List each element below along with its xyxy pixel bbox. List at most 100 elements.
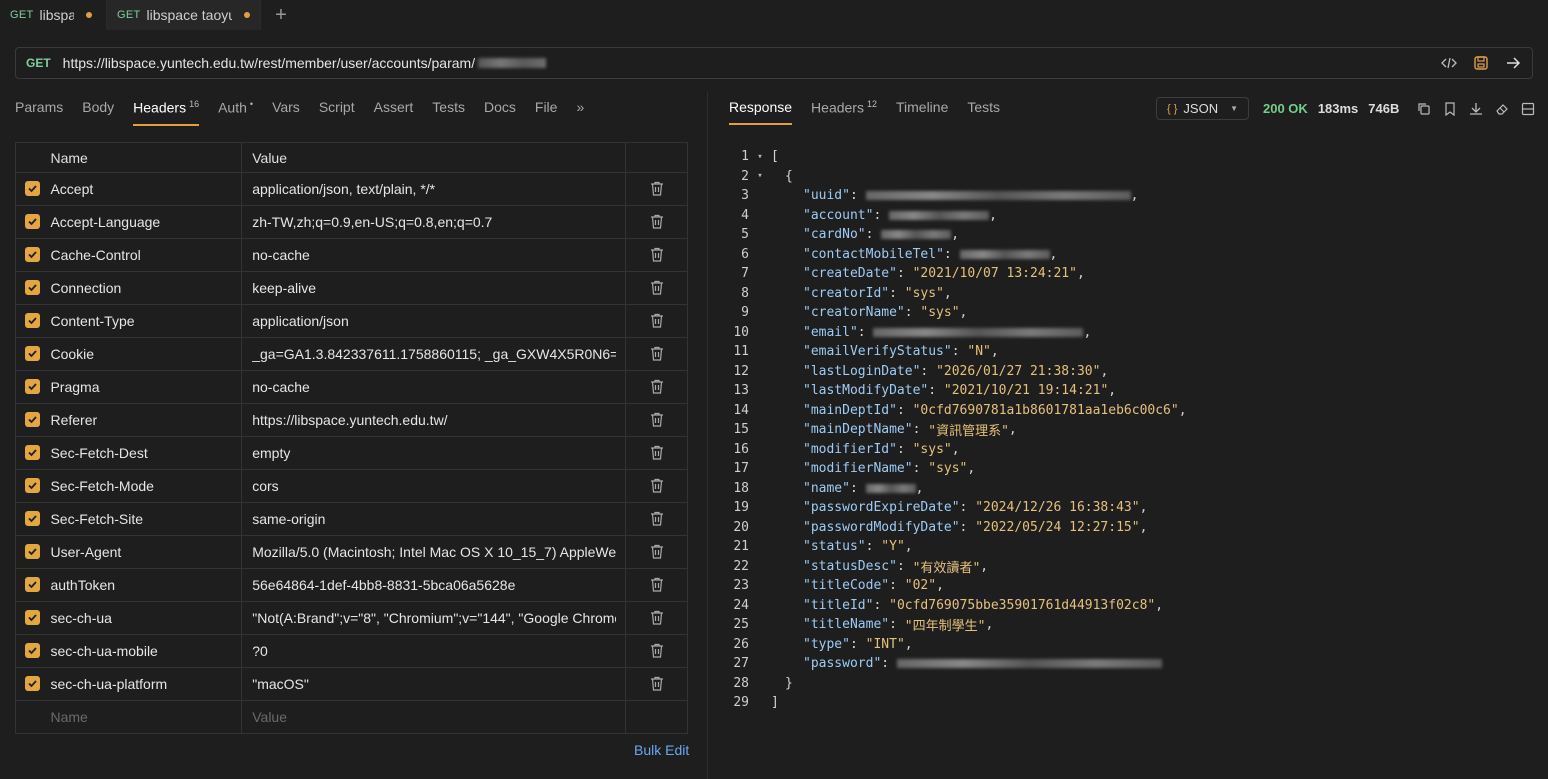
tab-file[interactable]: File	[535, 92, 558, 126]
header-value-cell[interactable]: application/json	[241, 304, 627, 338]
header-value-cell[interactable]: same-origin	[241, 502, 627, 536]
code-icon[interactable]	[1440, 54, 1458, 72]
header-value-cell[interactable]: _ga=GA1.3.842337611.1758860115; _ga_GXW4…	[241, 337, 627, 371]
header-name-cell[interactable]: Accept-Language	[41, 205, 243, 239]
enable-checkbox[interactable]	[25, 214, 40, 229]
new-tab-button[interactable]: +	[261, 0, 301, 30]
enable-checkbox[interactable]	[25, 478, 40, 493]
header-name-cell[interactable]: Pragma	[41, 370, 243, 404]
header-name[interactable]: Connection	[50, 280, 121, 296]
enable-checkbox[interactable]	[25, 643, 40, 658]
header-name[interactable]: Sec-Fetch-Mode	[50, 478, 153, 494]
request-tab-1[interactable]: GET libspace taoyu	[107, 0, 261, 30]
tab-params[interactable]: Params	[15, 92, 63, 126]
header-value-cell[interactable]: Mozilla/5.0 (Macintosh; Intel Mac OS X 1…	[241, 535, 627, 569]
header-name[interactable]: Content-Type	[50, 313, 134, 329]
header-value-cell[interactable]: keep-alive	[241, 271, 627, 305]
header-name[interactable]: User-Agent	[50, 544, 121, 560]
header-value[interactable]: https://libspace.yuntech.edu.tw/	[252, 412, 616, 428]
tab-docs[interactable]: Docs	[484, 92, 516, 126]
header-value[interactable]: zh-TW,zh;q=0.9,en-US;q=0.8,en;q=0.7	[252, 214, 616, 230]
trash-icon[interactable]	[648, 509, 666, 527]
header-value[interactable]: application/json, text/plain, */*	[252, 181, 616, 197]
header-name[interactable]: Sec-Fetch-Site	[50, 511, 143, 527]
tab-auth[interactable]: Auth •	[218, 92, 253, 126]
header-value-cell[interactable]: no-cache	[241, 238, 627, 272]
header-name-cell[interactable]: sec-ch-ua-platform	[41, 667, 243, 701]
tab-response[interactable]: Response	[729, 92, 793, 125]
header-value-cell[interactable]: empty	[241, 436, 627, 470]
download-icon[interactable]	[1467, 100, 1485, 118]
response-json-viewer[interactable]: 1 ▾[2 ▾{3 "uuid": , 4 "account": , 5 "cardNo": …	[733, 147, 1186, 713]
header-name[interactable]: Sec-Fetch-Dest	[50, 445, 147, 461]
enable-checkbox[interactable]	[25, 511, 40, 526]
header-name-cell[interactable]: sec-ch-ua	[41, 601, 243, 635]
fold-toggle-icon[interactable]: ▾	[749, 152, 771, 162]
header-name-cell[interactable]: Cookie	[41, 337, 243, 371]
header-value-cell[interactable]: cors	[241, 469, 627, 503]
header-value[interactable]: _ga=GA1.3.842337611.1758860115; _ga_GXW4…	[252, 346, 616, 362]
fold-toggle-icon[interactable]: ▾	[749, 171, 771, 181]
header-name-cell[interactable]: User-Agent	[41, 535, 243, 569]
enable-checkbox[interactable]	[25, 412, 40, 427]
enable-checkbox[interactable]	[25, 577, 40, 592]
header-name[interactable]: authToken	[50, 577, 115, 593]
enable-checkbox[interactable]	[25, 313, 40, 328]
header-value[interactable]: no-cache	[252, 379, 616, 395]
header-value-cell[interactable]: application/json, text/plain, */*	[241, 172, 627, 206]
trash-icon[interactable]	[648, 443, 666, 461]
header-name-cell[interactable]: sec-ch-ua-mobile	[41, 634, 243, 668]
header-value-cell[interactable]: ?0	[241, 634, 627, 668]
request-method[interactable]: GET	[26, 56, 51, 70]
more-tabs-button[interactable]: »	[576, 92, 584, 126]
enable-checkbox[interactable]	[25, 379, 40, 394]
tab-headers[interactable]: Headers 16	[133, 92, 200, 126]
header-name[interactable]: Accept	[50, 181, 93, 197]
enable-checkbox[interactable]	[25, 181, 40, 196]
header-name-cell[interactable]: Connection	[41, 271, 243, 305]
trash-icon[interactable]	[648, 212, 666, 230]
trash-icon[interactable]	[648, 542, 666, 560]
header-value[interactable]: empty	[252, 445, 616, 461]
header-name-cell[interactable]: Sec-Fetch-Mode	[41, 469, 243, 503]
enable-checkbox[interactable]	[25, 445, 40, 460]
trash-icon[interactable]	[648, 179, 666, 197]
bulk-edit-link[interactable]: Bulk Edit	[634, 742, 689, 758]
tab-response-tests[interactable]: Tests	[967, 92, 1000, 125]
new-header-value-input[interactable]: Value	[241, 700, 627, 734]
trash-icon[interactable]	[648, 410, 666, 428]
header-value-cell[interactable]: no-cache	[241, 370, 627, 404]
header-value-cell[interactable]: "macOS"	[241, 667, 627, 701]
enable-checkbox[interactable]	[25, 610, 40, 625]
header-name[interactable]: Pragma	[50, 379, 99, 395]
header-value[interactable]: "macOS"	[252, 676, 616, 692]
header-value[interactable]: no-cache	[252, 247, 616, 263]
header-name-cell[interactable]: authToken	[41, 568, 243, 602]
trash-icon[interactable]	[648, 575, 666, 593]
trash-icon[interactable]	[648, 377, 666, 395]
header-value[interactable]: ?0	[252, 643, 616, 659]
header-name[interactable]: Accept-Language	[50, 214, 160, 230]
header-name[interactable]: Cache-Control	[50, 247, 140, 263]
enable-checkbox[interactable]	[25, 247, 40, 262]
trash-icon[interactable]	[648, 278, 666, 296]
header-value-cell[interactable]: https://libspace.yuntech.edu.tw/	[241, 403, 627, 437]
header-name[interactable]: sec-ch-ua	[50, 610, 111, 626]
eraser-icon[interactable]	[1493, 100, 1511, 118]
tab-timeline[interactable]: Timeline	[896, 92, 948, 125]
send-arrow-icon[interactable]	[1504, 54, 1522, 72]
trash-icon[interactable]	[648, 311, 666, 329]
trash-icon[interactable]	[648, 641, 666, 659]
request-tab-0[interactable]: GET libspa	[0, 0, 107, 30]
header-name-cell[interactable]: Sec-Fetch-Dest	[41, 436, 243, 470]
header-name-cell[interactable]: Content-Type	[41, 304, 243, 338]
header-value-cell[interactable]: "Not(A:Brand";v="8", "Chromium";v="144",…	[241, 601, 627, 635]
header-value-cell[interactable]: zh-TW,zh;q=0.9,en-US;q=0.8,en;q=0.7	[241, 205, 627, 239]
enable-checkbox[interactable]	[25, 544, 40, 559]
format-dropdown[interactable]: { } JSON ▼	[1156, 97, 1249, 120]
url-input[interactable]: https://libspace.yuntech.edu.tw/rest/mem…	[63, 55, 475, 71]
trash-icon[interactable]	[648, 608, 666, 626]
header-value[interactable]: Mozilla/5.0 (Macintosh; Intel Mac OS X 1…	[252, 544, 616, 560]
url-bar[interactable]: GET https://libspace.yuntech.edu.tw/rest…	[15, 47, 1533, 79]
header-name[interactable]: Referer	[50, 412, 97, 428]
